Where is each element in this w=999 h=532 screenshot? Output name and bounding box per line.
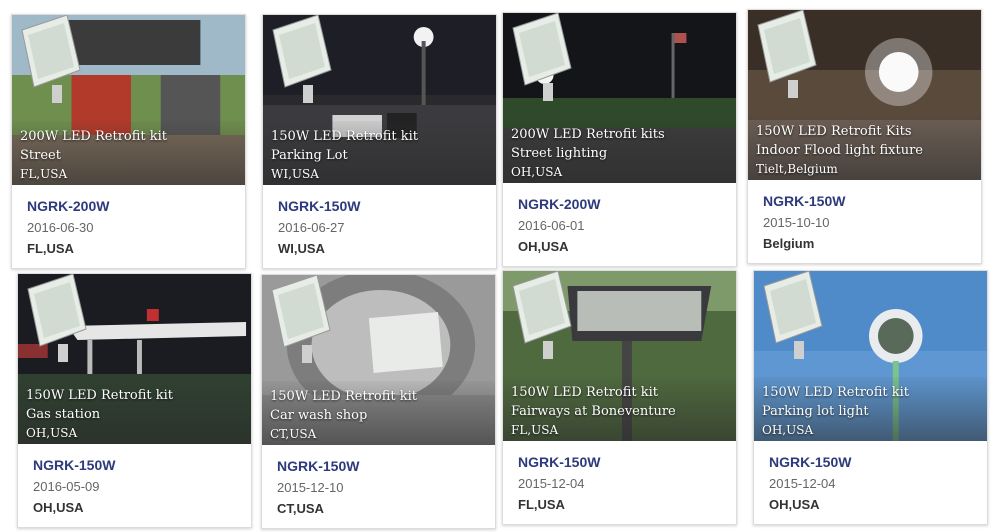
project-date: 2016-06-27 bbox=[278, 220, 345, 235]
caption-application: Street lighting bbox=[511, 146, 608, 161]
caption-title: 150W LED Retrofit kit bbox=[26, 388, 174, 403]
led-module-icon bbox=[271, 275, 331, 363]
project-location: FL,USA bbox=[27, 241, 74, 256]
project-card[interactable]: 150W LED Retrofit kit Parking lot light … bbox=[753, 270, 988, 525]
model-link[interactable]: NGRK-150W bbox=[33, 457, 251, 473]
project-photo[interactable]: 150W LED Retrofit kit Parking lot light … bbox=[754, 271, 987, 441]
caption-title: 150W LED Retrofit kit bbox=[511, 385, 659, 400]
caption-application: Parking lot light bbox=[762, 404, 869, 419]
caption-location: FL,USA bbox=[20, 167, 68, 181]
led-module-icon bbox=[272, 15, 332, 103]
caption-location: OH,USA bbox=[26, 426, 78, 440]
caption-title: 150W LED Retrofit kit bbox=[762, 385, 910, 400]
project-card[interactable]: 150W LED Retrofit kit Parking Lot WI,USA… bbox=[262, 14, 497, 269]
model-link[interactable]: NGRK-150W bbox=[277, 458, 495, 474]
project-date: 2015-12-10 bbox=[277, 480, 344, 495]
project-card[interactable]: 150W LED Retrofit kit Gas station OH,USA… bbox=[17, 273, 252, 528]
project-photo[interactable]: 150W LED Retrofit Kits Indoor Flood ligh… bbox=[748, 10, 981, 180]
project-card[interactable]: 200W LED Retrofit kits Street lighting O… bbox=[502, 12, 737, 267]
caption-location: OH,USA bbox=[762, 423, 814, 437]
project-photo[interactable]: 200W LED Retrofit kit Street FL,USA bbox=[12, 15, 245, 185]
project-photo[interactable]: 150W LED Retrofit kit Fairways at Boneve… bbox=[503, 271, 736, 441]
project-date: 2015-10-10 bbox=[763, 215, 830, 230]
project-date: 2016-06-01 bbox=[518, 218, 585, 233]
model-link[interactable]: NGRK-200W bbox=[518, 196, 736, 212]
project-location: FL,USA bbox=[518, 497, 565, 512]
project-photo[interactable]: 150W LED Retrofit kit Car wash shop CT,U… bbox=[262, 275, 495, 445]
project-date: 2015-12-04 bbox=[769, 476, 836, 491]
caption-location: FL,USA bbox=[511, 423, 559, 437]
model-link[interactable]: NGRK-150W bbox=[518, 454, 736, 470]
project-location: OH,USA bbox=[33, 500, 84, 515]
caption-title: 200W LED Retrofit kits bbox=[511, 127, 665, 142]
caption-title: 200W LED Retrofit kit bbox=[20, 129, 168, 144]
caption-application: Fairways at Boneventure bbox=[511, 404, 676, 419]
caption-location: WI,USA bbox=[271, 167, 319, 181]
model-link[interactable]: NGRK-150W bbox=[769, 454, 987, 470]
caption-title: 150W LED Retrofit kit bbox=[271, 129, 419, 144]
project-location: OH,USA bbox=[518, 239, 569, 254]
led-module-icon bbox=[21, 15, 81, 103]
project-location: CT,USA bbox=[277, 501, 324, 516]
project-card[interactable]: 200W LED Retrofit kit Street FL,USA NGRK… bbox=[11, 14, 246, 269]
project-photo[interactable]: 150W LED Retrofit kit Parking Lot WI,USA bbox=[263, 15, 496, 185]
project-location: Belgium bbox=[763, 236, 815, 251]
model-link[interactable]: NGRK-150W bbox=[278, 198, 496, 214]
caption-location: OH,USA bbox=[511, 165, 563, 179]
project-date: 2016-05-09 bbox=[33, 479, 100, 494]
led-module-icon bbox=[512, 271, 572, 359]
caption-application: Street bbox=[20, 148, 61, 163]
led-module-icon bbox=[757, 10, 817, 98]
caption-application: Parking Lot bbox=[271, 148, 348, 163]
led-module-icon bbox=[763, 271, 823, 359]
led-module-icon bbox=[27, 274, 87, 362]
project-card[interactable]: 150W LED Retrofit kit Fairways at Boneve… bbox=[502, 270, 737, 525]
caption-title: 150W LED Retrofit Kits bbox=[756, 124, 912, 139]
caption-title: 150W LED Retrofit kit bbox=[270, 389, 418, 404]
caption-application: Gas station bbox=[26, 407, 101, 422]
project-photo[interactable]: 150W LED Retrofit kit Gas station OH,USA bbox=[18, 274, 251, 444]
model-link[interactable]: NGRK-200W bbox=[27, 198, 245, 214]
project-location: OH,USA bbox=[769, 497, 820, 512]
model-link[interactable]: NGRK-150W bbox=[763, 193, 981, 209]
caption-application: Indoor Flood light fixture bbox=[756, 143, 923, 158]
caption-location: CT,USA bbox=[270, 427, 317, 441]
project-card[interactable]: 150W LED Retrofit kit Car wash shop CT,U… bbox=[261, 274, 496, 529]
project-card[interactable]: 150W LED Retrofit Kits Indoor Flood ligh… bbox=[747, 9, 982, 264]
project-location: WI,USA bbox=[278, 241, 325, 256]
caption-location: Tielt,Belgium bbox=[756, 162, 838, 176]
led-module-icon bbox=[512, 13, 572, 101]
project-date: 2015-12-04 bbox=[518, 476, 585, 491]
caption-application: Car wash shop bbox=[270, 408, 368, 423]
project-date: 2016-06-30 bbox=[27, 220, 94, 235]
project-photo[interactable]: 200W LED Retrofit kits Street lighting O… bbox=[503, 13, 736, 183]
